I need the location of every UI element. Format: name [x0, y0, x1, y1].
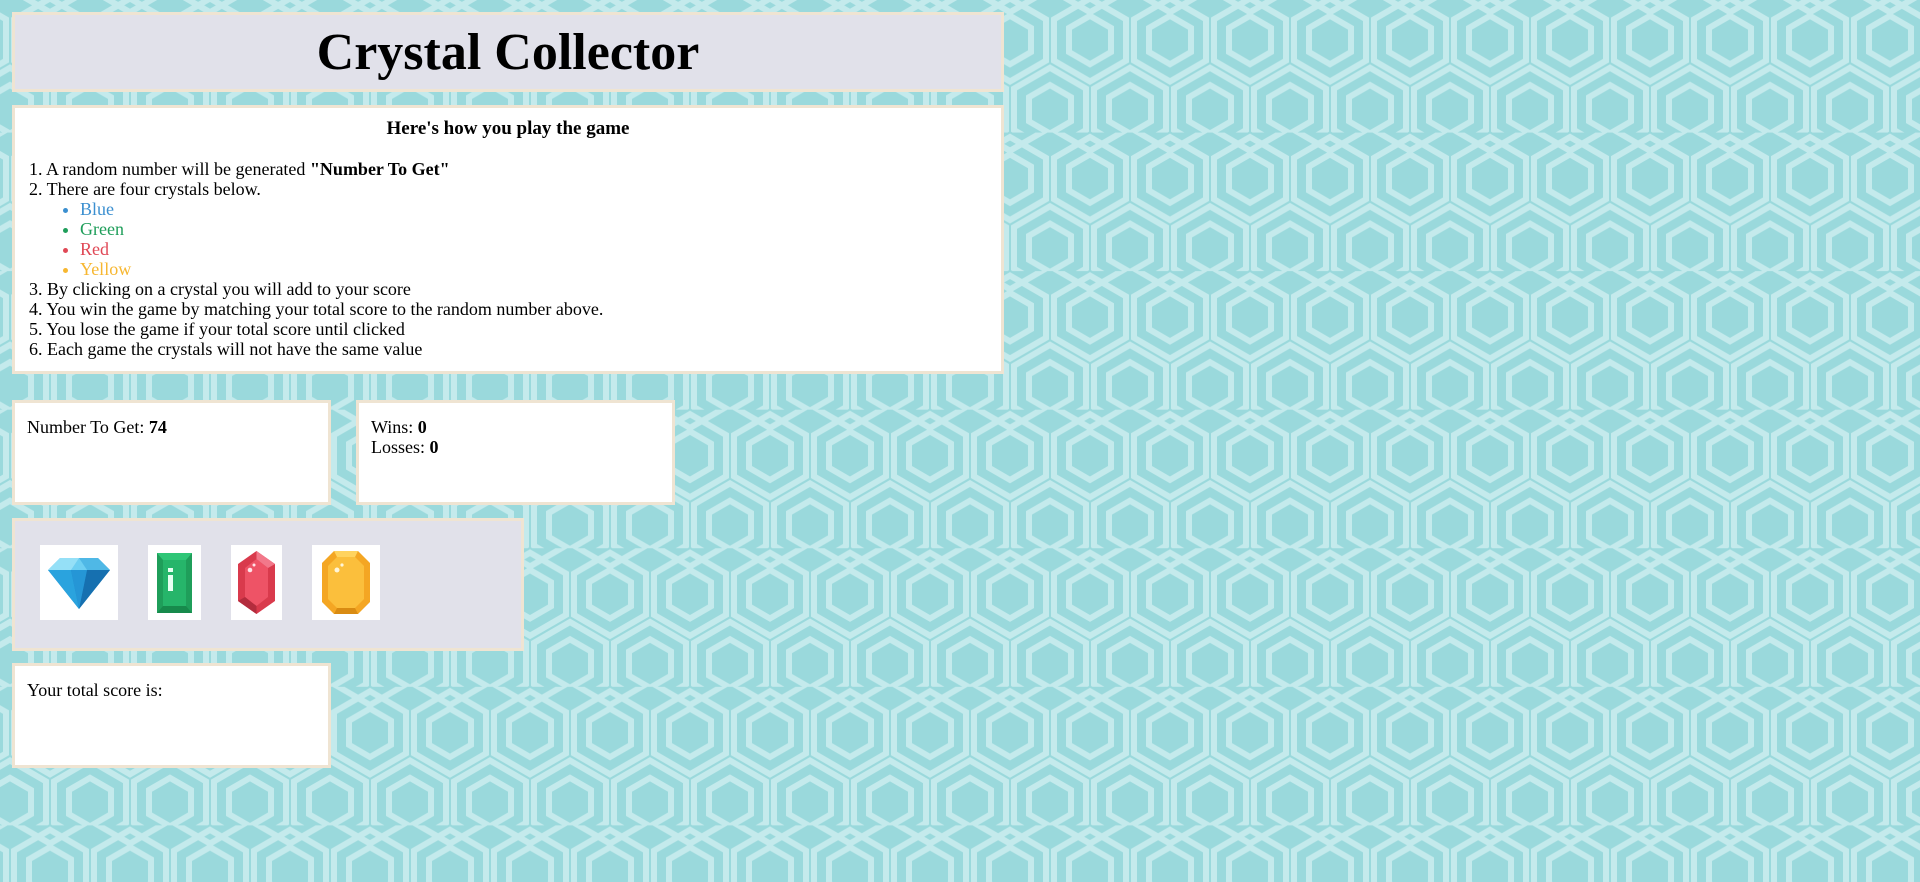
- losses-count: 0: [429, 437, 439, 457]
- instructions-panel: Here's how you play the game 1. A random…: [12, 105, 1004, 374]
- green-crystal-button[interactable]: [148, 545, 201, 620]
- win-loss-panel: Wins: 0 Losses: 0: [356, 400, 675, 505]
- red-crystal-button[interactable]: [231, 545, 282, 620]
- yellow-crystal-button[interactable]: [312, 545, 380, 620]
- wins-row: Wins: 0: [371, 417, 660, 437]
- crystal-color-red: Red: [80, 239, 987, 259]
- blue-crystal-button[interactable]: [40, 545, 118, 620]
- total-score-label: Your total score is:: [27, 680, 163, 700]
- target-number-panel: Number To Get: 74: [12, 400, 331, 505]
- wins-count: 0: [417, 417, 427, 437]
- instruction-step-4: 4. You win the game by matching your tot…: [29, 299, 604, 319]
- instruction-step-1-emphasis: "Number To Get": [309, 159, 450, 179]
- ruby-icon: [238, 551, 275, 614]
- diamond-icon: [48, 558, 110, 609]
- target-number-value: 74: [148, 417, 167, 437]
- instruction-step-3: 3. By clicking on a crystal you will add…: [29, 279, 411, 299]
- target-number-label: Number To Get:: [27, 417, 149, 437]
- instruction-step-6: 6. Each game the crystals will not have …: [29, 339, 423, 359]
- crystal-color-green: Green: [80, 219, 987, 239]
- crystal-color-blue: Blue: [80, 199, 987, 219]
- crystal-color-list: Blue Green Red Yellow: [29, 199, 987, 279]
- instruction-step-1-text: 1. A random number will be generated: [29, 159, 310, 179]
- crystal-color-yellow: Yellow: [80, 259, 987, 279]
- wins-label: Wins:: [371, 417, 418, 437]
- instruction-step-1: 1. A random number will be generated "Nu…: [29, 159, 987, 179]
- topaz-icon: [322, 551, 370, 614]
- instructions-heading: Here's how you play the game: [386, 118, 630, 139]
- emerald-icon: [157, 553, 192, 613]
- crystals-panel: [12, 518, 524, 651]
- losses-row: Losses: 0: [371, 437, 660, 457]
- instruction-step-2: 2. There are four crystals below.: [29, 179, 261, 199]
- losses-label: Losses:: [371, 437, 430, 457]
- title-banner: Crystal Collector: [12, 12, 1004, 92]
- page-title: Crystal Collector: [316, 24, 700, 81]
- total-score-panel: Your total score is:: [12, 663, 331, 768]
- instruction-step-5: 5. You lose the game if your total score…: [29, 319, 405, 339]
